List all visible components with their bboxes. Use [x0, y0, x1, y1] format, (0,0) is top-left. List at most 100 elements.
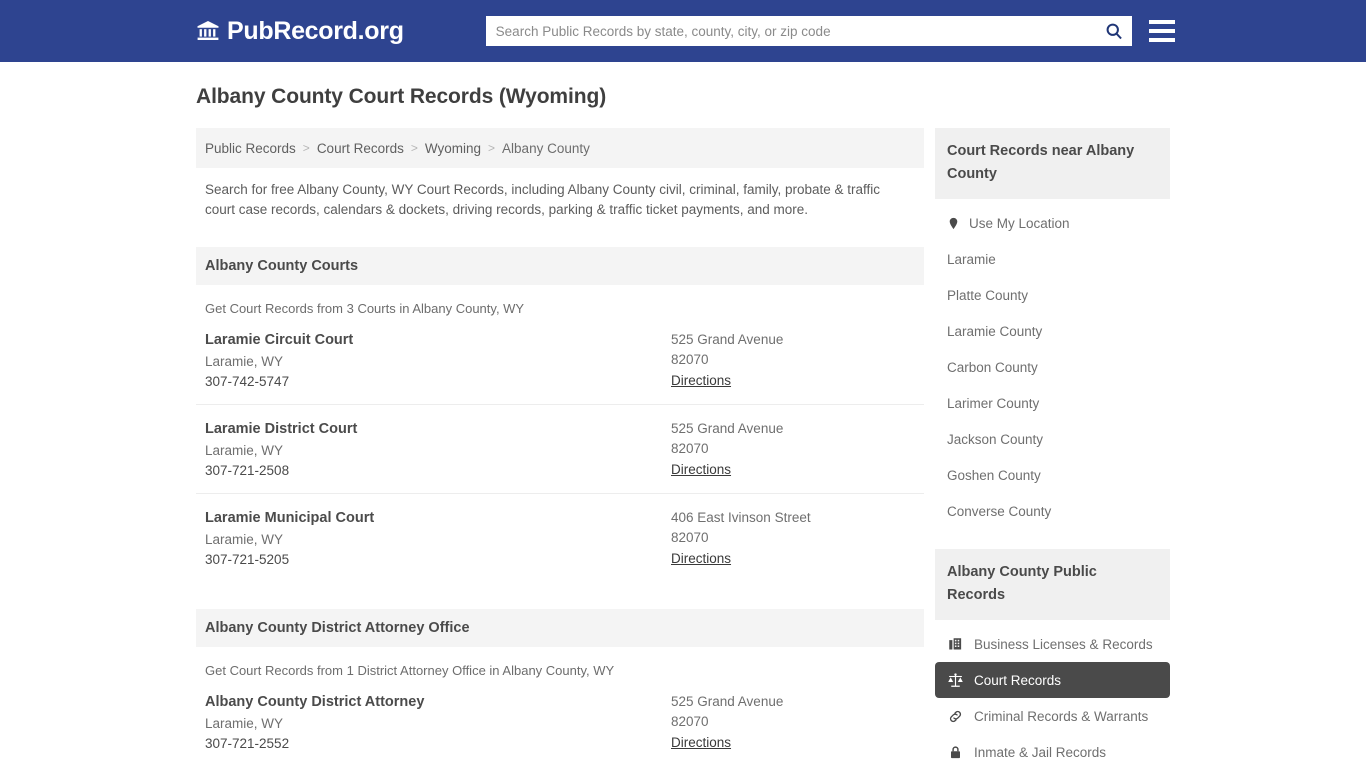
directions-link[interactable]: Directions: [671, 551, 731, 566]
search-bar: [485, 16, 1132, 46]
page-intro: Search for free Albany County, WY Court …: [205, 182, 881, 217]
sidebar-item-business-licenses[interactable]: Business Licenses & Records: [935, 626, 1170, 662]
site-header: PubRecord.org: [0, 0, 1366, 62]
link-icon: [947, 709, 964, 724]
listing-zip: 82070: [671, 530, 709, 545]
listing-phone: 307-721-2508: [205, 463, 290, 478]
sidebar: Court Records near Albany County Use My …: [935, 128, 1170, 768]
listing-city-state: Laramie, WY: [205, 354, 284, 369]
breadcrumb-separator: >: [488, 141, 496, 155]
table-row: Albany County District Attorney Laramie,…: [196, 678, 924, 766]
section-subtitle-district-attorney: Get Court Records from 1 District Attorn…: [205, 663, 615, 678]
breadcrumb-item-wyoming[interactable]: Wyoming: [425, 141, 481, 156]
listing-name: Laramie Circuit Court: [205, 332, 354, 348]
sidebar-item-court-records[interactable]: Court Records: [935, 662, 1170, 698]
breadcrumb-item-albany-county: Albany County: [502, 140, 590, 156]
listing-city-state: Laramie, WY: [205, 532, 284, 547]
page-title: Albany County Court Records (Wyoming): [196, 85, 607, 108]
listing-name: Albany County District Attorney: [205, 694, 425, 710]
listing-address-block: 525 Grand Avenue 82070 Directions: [671, 332, 915, 390]
listing-address: 525 Grand Avenue: [671, 332, 784, 347]
breadcrumb: Public Records > Court Records > Wyoming…: [196, 128, 924, 168]
search-button[interactable]: [1100, 18, 1128, 44]
listing-phone: 307-721-5205: [205, 552, 290, 567]
listing-address: 406 East Ivinson Street: [671, 510, 811, 525]
table-row: Laramie District Court Laramie, WY 307-7…: [196, 404, 924, 493]
sidebar-item-larimer-county[interactable]: Larimer County: [935, 385, 1170, 421]
sidebar-item-goshen-county[interactable]: Goshen County: [935, 457, 1170, 493]
sidebar-item-label: Jackson County: [947, 431, 1044, 447]
hamburger-bar: [1148, 20, 1175, 24]
breadcrumb-separator: >: [410, 141, 418, 155]
sidebar-item-label: Platte County: [947, 287, 1029, 303]
sidebar-item-label: Court Records: [974, 672, 1062, 688]
listing-city-state: Laramie, WY: [205, 716, 284, 731]
sidebar-item-laramie-county[interactable]: Laramie County: [935, 313, 1170, 349]
building-icon: [947, 637, 964, 652]
breadcrumb-separator: >: [302, 141, 310, 155]
sidebar-item-label: Laramie County: [947, 323, 1043, 339]
sidebar-item-carbon-county[interactable]: Carbon County: [935, 349, 1170, 385]
hamburger-bar: [1148, 29, 1175, 33]
directions-link[interactable]: Directions: [671, 373, 731, 388]
sidebar-item-label: Carbon County: [947, 359, 1038, 375]
sidebar-records-list: Business Licenses & Records Court Record…: [935, 620, 1170, 768]
listing-details: Laramie Municipal Court Laramie, WY 307-…: [205, 510, 671, 568]
sidebar-item-platte-county[interactable]: Platte County: [935, 277, 1170, 313]
sidebar-item-converse-county[interactable]: Converse County: [935, 493, 1170, 529]
listing-address: 525 Grand Avenue: [671, 421, 784, 436]
lock-icon: [947, 745, 964, 760]
listing-details: Albany County District Attorney Laramie,…: [205, 694, 671, 752]
sidebar-records-title: Albany County Public Records: [935, 549, 1170, 620]
sidebar-item-label: Converse County: [947, 503, 1052, 519]
sidebar-item-label: Use My Location: [969, 215, 1070, 231]
listing-phone: 307-721-2552: [205, 736, 290, 751]
table-row: Laramie Municipal Court Laramie, WY 307-…: [196, 493, 924, 582]
sidebar-item-label: Larimer County: [947, 395, 1040, 411]
content-columns: Public Records > Court Records > Wyoming…: [196, 128, 1170, 768]
listing-phone: 307-742-5747: [205, 374, 290, 389]
scales-icon: [947, 672, 964, 689]
search-input[interactable]: [485, 16, 1132, 46]
sidebar-item-criminal-records[interactable]: Criminal Records & Warrants: [935, 698, 1170, 734]
map-pin-icon: [947, 215, 960, 232]
table-row: Laramie Circuit Court Laramie, WY 307-74…: [196, 316, 924, 404]
breadcrumb-item-public-records[interactable]: Public Records: [205, 141, 296, 156]
listing-details: Laramie District Court Laramie, WY 307-7…: [205, 421, 671, 479]
sidebar-item-laramie[interactable]: Laramie: [935, 241, 1170, 277]
hamburger-bar: [1148, 38, 1175, 42]
sidebar-nearby-title: Court Records near Albany County: [935, 128, 1170, 199]
site-logo-text: PubRecord.org: [227, 16, 404, 45]
sidebar-item-label: Laramie: [947, 251, 996, 267]
listing-details: Laramie Circuit Court Laramie, WY 307-74…: [205, 332, 671, 390]
listing-address-block: 525 Grand Avenue 82070 Directions: [671, 421, 915, 479]
listing-zip: 82070: [671, 714, 709, 729]
sidebar-item-label: Business Licenses & Records: [974, 636, 1153, 652]
listing-name: Laramie Municipal Court: [205, 510, 375, 526]
sidebar-item-label: Inmate & Jail Records: [974, 744, 1107, 760]
listing-zip: 82070: [671, 441, 709, 456]
hamburger-menu-icon[interactable]: [1148, 20, 1175, 42]
sidebar-nearby-list: Use My Location Laramie Platte County La…: [935, 199, 1170, 529]
listing-address-block: 525 Grand Avenue 82070 Directions: [671, 694, 915, 752]
bank-building-icon: [195, 18, 221, 44]
section-header-courts: Albany County Courts: [196, 247, 924, 285]
main-content: Public Records > Court Records > Wyoming…: [196, 128, 924, 766]
sidebar-item-jackson-county[interactable]: Jackson County: [935, 421, 1170, 457]
site-logo[interactable]: PubRecord.org: [195, 17, 404, 46]
listing-name: Laramie District Court: [205, 421, 358, 437]
directions-link[interactable]: Directions: [671, 735, 731, 750]
sidebar-item-label: Criminal Records & Warrants: [974, 708, 1149, 724]
section-subtitle-courts: Get Court Records from 3 Courts in Alban…: [205, 301, 525, 316]
listing-address: 525 Grand Avenue: [671, 694, 784, 709]
listing-zip: 82070: [671, 352, 709, 367]
section-header-district-attorney: Albany County District Attorney Office: [196, 609, 924, 647]
breadcrumb-item-court-records[interactable]: Court Records: [317, 141, 404, 156]
directions-link[interactable]: Directions: [671, 462, 731, 477]
listing-city-state: Laramie, WY: [205, 443, 284, 458]
sidebar-item-inmate-jail-records[interactable]: Inmate & Jail Records: [935, 734, 1170, 768]
page-body: Albany County Court Records (Wyoming) Pu…: [0, 62, 1366, 768]
sidebar-item-use-my-location[interactable]: Use My Location: [935, 205, 1170, 241]
sidebar-item-label: Goshen County: [947, 467, 1041, 483]
sidebar-records-block: Albany County Public Records Business Li…: [935, 549, 1170, 768]
